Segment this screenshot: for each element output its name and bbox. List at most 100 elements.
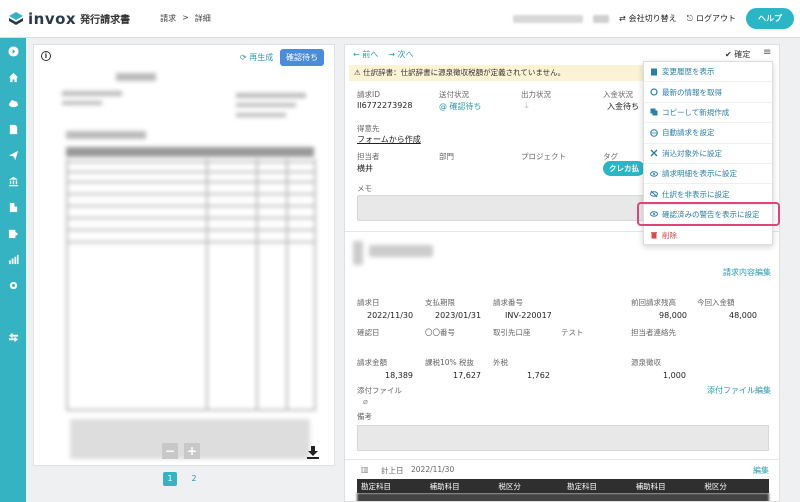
gear-icon[interactable] [0, 272, 26, 298]
journal-table-header: 勘定科目 補助科目 税区分 勘定科目 補助科目 税区分 [357, 479, 769, 493]
remarks-field[interactable] [357, 425, 769, 451]
book-icon: ▥ [361, 465, 369, 474]
invoice-id: Il6772273928 [357, 101, 413, 110]
attachment-label: 添付ファイル [357, 386, 402, 395]
breadcrumb-detail: 詳細 [194, 14, 211, 23]
logo-icon [8, 11, 24, 27]
page-2[interactable]: 2 [187, 472, 201, 486]
status-badge[interactable]: 確認待ち [280, 49, 324, 66]
sidebar [0, 38, 26, 502]
menu-icon[interactable]: ≡ [763, 47, 771, 58]
prev-balance-label: 前回請求残高 [631, 298, 676, 307]
close-icon [650, 149, 658, 157]
zoom-in-button[interactable]: + [184, 443, 200, 459]
top-bar: invox 発行請求書 請求 > 詳細 ⇄ 会社切り替え ⎋ ログアウト ヘルプ [0, 0, 800, 38]
logout-icon: ⎋ [686, 13, 693, 23]
menu-item-exclude-reconcile[interactable]: 消込対象外に設定 [644, 144, 772, 164]
payment-status-label: 入金状況 [603, 90, 633, 99]
transfer-icon[interactable] [0, 324, 26, 350]
document-icon[interactable] [0, 116, 26, 142]
home-icon[interactable] [0, 64, 26, 90]
zoom-out-button[interactable]: − [162, 443, 178, 459]
send-status-label: 送付状況 [439, 90, 469, 99]
due-label: 支払期限 [425, 298, 455, 307]
page-1[interactable]: 1 [163, 472, 177, 486]
column-header: 税区分 [498, 481, 521, 491]
menu-item-show-details[interactable]: 請求明細を表示に設定 [644, 164, 772, 185]
edit-invoice-link[interactable]: 請求内容編集 [723, 267, 771, 278]
recipient-link[interactable]: フォームから作成 [357, 134, 421, 145]
breadcrumb-separator: > [182, 13, 189, 22]
project-label: プロジェクト [521, 152, 566, 161]
refresh-icon [650, 88, 658, 96]
document-icon [651, 68, 657, 76]
regenerate-button[interactable]: ⟳ 再生成 [240, 52, 273, 63]
next-link[interactable]: → 次へ [388, 49, 413, 60]
document-preview: i ⟳ 再生成 確認待ち − + [33, 44, 335, 466]
prev-link[interactable]: ← 前へ [353, 49, 378, 60]
blurred-invoice-image [56, 69, 318, 463]
column-header: 補助科目 [429, 481, 460, 491]
withholding: 1,000 [663, 371, 686, 380]
journal-edit-link[interactable]: 編集 [753, 465, 769, 476]
cloud-upload-icon[interactable] [0, 90, 26, 116]
switch-company-button[interactable]: ⇄ 会社切り替え [619, 13, 677, 24]
arrow-circle-icon[interactable] [0, 38, 26, 64]
blurred-customer-name [369, 245, 433, 257]
paperclip-icon[interactable]: ⌀ [363, 397, 368, 406]
column-header: 勘定科目 [361, 481, 391, 491]
journal-table-row [357, 493, 769, 501]
payment-status: 入金待ち [607, 102, 639, 111]
export-icon[interactable] [0, 220, 26, 246]
logout-button[interactable]: ⎋ ログアウト [687, 13, 736, 24]
highlight-outline [637, 202, 780, 226]
bank-icon[interactable] [0, 168, 26, 194]
invoice-no-label: 請求番号 [493, 298, 523, 307]
menu-item-copy[interactable]: コピーして新規作成 [644, 103, 772, 124]
company-name-blurred [512, 14, 583, 23]
at-icon: @ [439, 102, 450, 111]
eye-icon [650, 170, 658, 177]
prev-balance: 98,000 [659, 311, 687, 320]
menu-item-history[interactable]: 変更履歴を表示 [644, 62, 772, 83]
amount: 18,389 [385, 371, 413, 380]
accrual-label: 計上日 [381, 466, 404, 475]
send-status[interactable]: @ 確認待ち [439, 101, 482, 112]
user-name-blurred [592, 14, 609, 23]
info-icon[interactable]: i [41, 51, 51, 61]
brand-name: invox [28, 9, 77, 28]
confirm-button[interactable]: ✔ 確定 [725, 49, 750, 60]
attachment-edit-link[interactable]: 添付ファイル編集 [707, 385, 771, 396]
menu-item-refresh[interactable]: 最新の情報を取得 [644, 82, 772, 103]
chart-icon[interactable] [0, 246, 26, 272]
external-tax-label: 外税 [493, 358, 508, 367]
warning-banner: ⚠ 仕訳辞書：仕訳辞書に源泉徴収税額が定義されていません。 [349, 65, 649, 81]
memo-label: メモ [357, 184, 372, 193]
copy-icon [650, 108, 658, 116]
external-tax: 1,762 [527, 371, 550, 380]
department-label: 部門 [439, 152, 454, 161]
menu-item-delete[interactable]: 削除 [644, 225, 772, 245]
send-icon[interactable] [0, 142, 26, 168]
logo[interactable]: invox 発行請求書 [8, 10, 130, 28]
divider [345, 459, 779, 460]
column-header: 補助科目 [635, 481, 666, 491]
building-icon[interactable] [0, 194, 26, 220]
account-value: テスト [561, 328, 584, 337]
menu-item-auto-billing[interactable]: 自動請求を設定 [644, 123, 772, 144]
breadcrumb-invoices[interactable]: 請求 [160, 13, 176, 24]
contact-label: 担当者連絡先 [631, 328, 676, 337]
account-label: 取引先口座 [493, 328, 531, 337]
billing-date-label: 請求日 [357, 298, 380, 307]
trash-icon [651, 232, 657, 239]
output-download-icon[interactable]: ⤓ [525, 101, 529, 111]
tag-badge[interactable]: クレカ払 [603, 161, 645, 176]
number-label: 〇〇番号 [425, 328, 455, 337]
scrollbar[interactable] [779, 53, 780, 433]
help-button[interactable]: ヘルプ [746, 8, 794, 29]
assignee: 横井 [357, 164, 373, 173]
globe-icon [650, 129, 658, 137]
tax10: 17,627 [453, 371, 481, 380]
download-icon[interactable] [306, 445, 320, 461]
output-status-label: 出力状況 [521, 90, 551, 99]
